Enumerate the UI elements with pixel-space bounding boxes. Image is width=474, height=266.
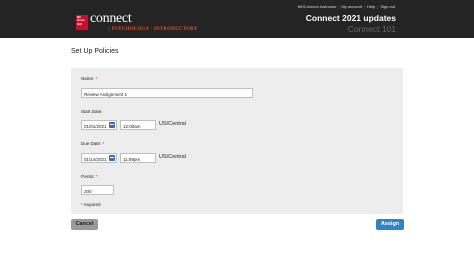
required-note: * required (81, 202, 101, 207)
due-date-label: Due Date: * (81, 141, 105, 146)
due-time-input[interactable]: 11:59pm (120, 153, 156, 163)
calendar-icon[interactable] (109, 155, 115, 161)
top-header: Mc Graw Hill connect | PSYCHOLOGY - INTR… (0, 0, 474, 38)
name-label: Name: * (81, 76, 98, 81)
start-timezone: US/Central (159, 121, 186, 127)
divider: | (338, 4, 340, 9)
policies-form: Name: * Review Assignment 1 Start Date: … (71, 68, 403, 214)
points-label: Points: * (81, 174, 98, 179)
start-time-input[interactable]: 12:00am (120, 120, 156, 130)
divider: | (363, 4, 366, 9)
section-subtitle: Connect 101 (347, 24, 396, 34)
help-link[interactable]: Help (367, 4, 375, 9)
sign-out-link[interactable]: Sign out (380, 4, 395, 9)
due-timezone: US/Central (159, 154, 186, 160)
my-account-link[interactable]: My account (342, 4, 362, 9)
course-name: | PSYCHOLOGY - INTRODUCTORY (109, 27, 198, 32)
assign-button[interactable]: Assign (376, 219, 404, 230)
name-input[interactable]: Review Assignment 1 (81, 88, 253, 98)
start-date-label: Start Date: (81, 109, 103, 114)
connect-brand: connect (90, 11, 132, 26)
points-input[interactable]: 200 (81, 185, 114, 195)
mcgraw-hill-logo: Mc Graw Hill (76, 15, 88, 30)
section-title: Connect 2021 updates (305, 13, 396, 23)
top-links: MHConnect Instructor | My account | Help… (298, 4, 395, 9)
cancel-button[interactable]: Cancel (71, 219, 98, 230)
user-name: MHConnect Instructor (297, 4, 337, 9)
page-title: Set Up Policies (71, 48, 119, 55)
divider: | (377, 4, 379, 9)
calendar-icon[interactable] (109, 122, 115, 128)
